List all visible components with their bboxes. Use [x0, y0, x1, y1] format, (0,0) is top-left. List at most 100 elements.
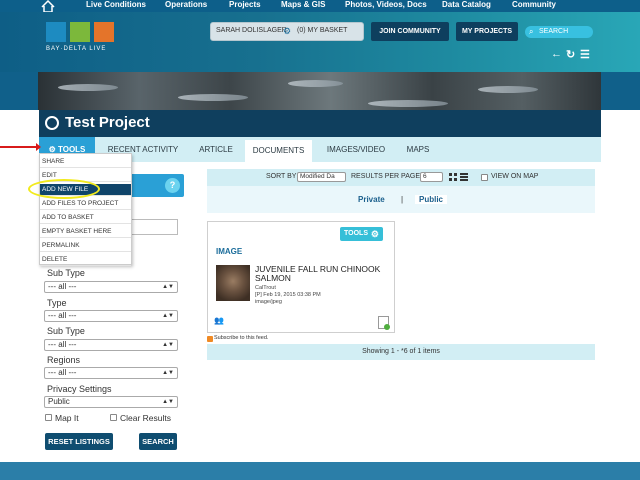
tools-dropdown-menu: SHARE EDIT ADD NEW FILE ADD FILES TO PRO…	[39, 153, 132, 266]
tab-documents[interactable]: DOCUMENTS	[245, 140, 312, 162]
chevron-down-icon: ▲▼	[162, 342, 174, 348]
document-mime: image/jpeg	[255, 299, 282, 305]
filter-label-type: Type	[47, 298, 67, 308]
home-icon[interactable]	[40, 0, 56, 12]
help-icon[interactable]: ?	[165, 178, 180, 193]
tab-images-video[interactable]: IMAGES/VIDEO	[319, 137, 393, 162]
filter-select-subtype-2[interactable]: --- all --- ▲▼	[44, 339, 178, 351]
view-on-map-label: VIEW ON MAP	[491, 173, 539, 180]
project-icon	[45, 116, 59, 130]
nav-maps-gis[interactable]: Maps & GIS	[281, 0, 325, 12]
chevron-down-icon: ▲▼	[162, 370, 174, 376]
menu-item-add-files-to-project[interactable]: ADD FILES TO PROJECT	[40, 198, 131, 210]
nav-projects[interactable]: Projects	[229, 0, 261, 12]
fish-shape	[478, 86, 538, 93]
privacy-switch: Private | Public	[207, 186, 595, 213]
basket-link[interactable]: (0) MY BASKET	[297, 27, 347, 34]
my-projects-button[interactable]: MY PROJECTS	[456, 22, 518, 41]
page-title: Test Project	[65, 114, 150, 131]
logo-text: BAY·DELTA LIVE	[46, 46, 107, 52]
top-nav: Live Conditions Operations Projects Maps…	[0, 0, 640, 12]
filter-label-subtype-2: Sub Type	[47, 326, 85, 336]
menu-item-share[interactable]: SHARE	[40, 156, 131, 168]
filter-label-regions: Regions	[47, 355, 81, 365]
page-footer	[0, 462, 640, 480]
filter-select-value: Public	[48, 397, 70, 406]
logo-bird-icon	[94, 22, 114, 42]
chevron-down-icon: ▲▼	[162, 284, 174, 290]
private-link[interactable]: Private	[358, 195, 385, 204]
file-icon[interactable]	[378, 316, 390, 330]
documents-toolbar: SORT BY Modified Da RESULTS PER PAGE 6 V…	[207, 169, 595, 186]
view-on-map-checkbox[interactable]	[481, 174, 488, 181]
map-it-checkbox[interactable]	[45, 414, 52, 421]
results-per-page-select[interactable]: 6	[420, 172, 443, 182]
search-placeholder: SEARCH	[539, 28, 569, 35]
card-tools-button[interactable]: TOOLS ⚙	[340, 227, 383, 241]
menu-item-permalink[interactable]: PERMALINK	[40, 240, 131, 252]
subscribe-link[interactable]: Subscribe to this feed.	[214, 335, 268, 341]
filter-select-value: --- all ---	[48, 368, 77, 377]
grid-view-icon[interactable]	[449, 173, 457, 181]
search-button[interactable]: SEARCH	[139, 433, 177, 450]
menu-item-empty-basket-here[interactable]: EMPTY BASKET HERE	[40, 226, 131, 238]
fish-shape	[58, 84, 118, 91]
tab-article[interactable]: ARTICLE	[191, 137, 241, 162]
results-per-page-label: RESULTS PER PAGE	[351, 173, 420, 180]
gear-icon[interactable]: ⚙	[283, 27, 292, 36]
header-banner: BAY·DELTA LIVE SARAH DOLISLAGER ⚙ (0) MY…	[0, 12, 640, 110]
clear-results-checkbox[interactable]	[110, 414, 117, 421]
chevron-down-icon: ▲▼	[162, 399, 174, 405]
menu-item-delete[interactable]: DELETE	[40, 254, 131, 266]
reset-listings-button[interactable]: RESET LISTINGS	[45, 433, 113, 450]
filter-select-value: --- all ---	[48, 340, 77, 349]
menu-icon[interactable]: ☰	[580, 48, 590, 61]
results-count: Showing 1 - *6 of 1 items	[207, 344, 595, 360]
rss-icon[interactable]	[207, 336, 213, 342]
document-thumbnail[interactable]	[216, 265, 250, 301]
filter-label-privacy: Privacy Settings	[47, 384, 112, 394]
filter-select-privacy[interactable]: Public ▲▼	[44, 396, 178, 408]
back-arrow-icon[interactable]: ←	[551, 48, 562, 60]
document-title[interactable]: JUVENILE FALL RUN CHINOOK SALMON	[255, 265, 385, 283]
tab-maps[interactable]: MAPS	[399, 137, 437, 162]
nav-data-catalog[interactable]: Data Catalog	[442, 0, 491, 12]
filter-select-value: --- all ---	[48, 311, 77, 320]
join-community-button[interactable]: JOIN COMMUNITY	[371, 22, 449, 41]
nav-live-conditions[interactable]: Live Conditions	[86, 0, 146, 12]
people-icon[interactable]: 👥	[214, 316, 224, 325]
filter-select-subtype[interactable]: --- all --- ▲▼	[44, 281, 178, 293]
fish-shape	[178, 94, 248, 101]
search-input[interactable]: ⌕ SEARCH	[525, 26, 593, 38]
card-type-label: IMAGE	[216, 247, 243, 256]
nav-community[interactable]: Community	[512, 0, 556, 12]
sort-by-select[interactable]: Modified Da	[297, 172, 346, 182]
menu-item-add-to-basket[interactable]: ADD TO BASKET	[40, 212, 131, 224]
fish-shape	[368, 100, 448, 107]
annotation-arrow	[0, 143, 41, 151]
logo-fish-icon	[46, 22, 66, 42]
nav-operations[interactable]: Operations	[165, 0, 207, 12]
banner-photo	[38, 70, 601, 110]
nav-photos-videos-docs[interactable]: Photos, Videos, Docs	[345, 0, 427, 12]
document-date: [P] Feb 19, 2015 03:38 PM	[255, 292, 321, 298]
card-tools-label: TOOLS	[344, 230, 368, 237]
list-view-icon[interactable]	[460, 173, 468, 181]
clear-results-label: Clear Results	[120, 413, 172, 423]
privacy-separator: |	[401, 195, 404, 204]
map-it-label: Map It	[55, 413, 79, 423]
chevron-down-icon: ▲▼	[162, 313, 174, 319]
filter-label-subtype: Sub Type	[47, 268, 85, 278]
refresh-icon[interactable]: ↻	[566, 48, 575, 61]
search-icon: ⌕	[529, 27, 534, 36]
public-link[interactable]: Public	[415, 195, 448, 204]
user-box: SARAH DOLISLAGER ⚙ (0) MY BASKET	[210, 22, 364, 41]
filter-select-type[interactable]: --- all --- ▲▼	[44, 310, 178, 322]
banner-band	[0, 12, 640, 72]
username-link[interactable]: SARAH DOLISLAGER	[216, 27, 287, 34]
fish-shape	[288, 80, 343, 87]
gear-icon: ⚙	[370, 229, 379, 239]
filter-select-regions[interactable]: --- all --- ▲▼	[44, 367, 178, 379]
logo-plant-icon	[70, 22, 90, 42]
filter-select-value: --- all ---	[48, 282, 77, 291]
